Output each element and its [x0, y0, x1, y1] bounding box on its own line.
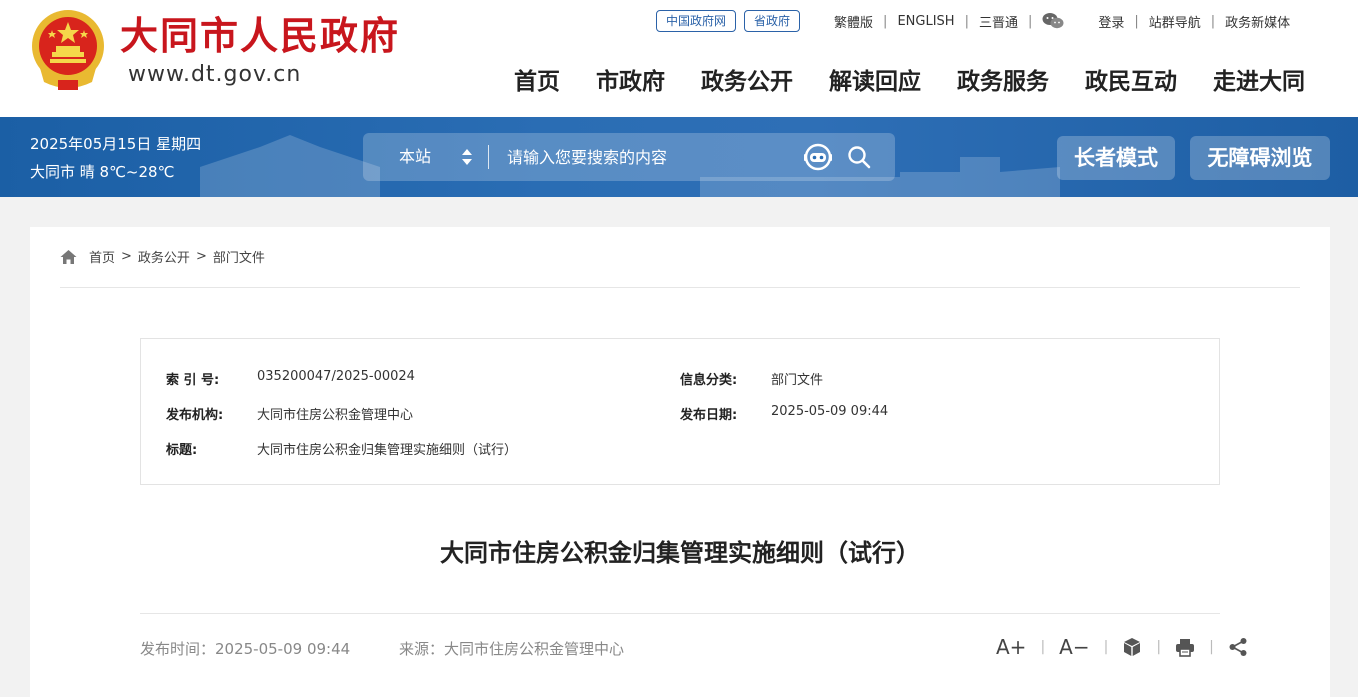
- toolbar-separator: |: [1103, 639, 1109, 655]
- current-date: 2025年05月15日 星期四: [30, 135, 202, 153]
- toolbar-separator: |: [1040, 639, 1046, 655]
- breadcrumb-dept-docs[interactable]: 部门文件: [213, 247, 265, 266]
- site-header: 大同市人民政府 www.dt.gov.cn 中国政府网 省政府 繁體版 | EN…: [0, 0, 1358, 117]
- search-bar: 本站: [363, 133, 895, 181]
- toolbar-separator: |: [1156, 639, 1162, 655]
- breadcrumb: 首页 > 政务公开 > 部门文件: [60, 247, 265, 266]
- nav-item-home[interactable]: 首页: [514, 62, 560, 96]
- search-scope-select[interactable]: 本站: [399, 133, 431, 181]
- elder-mode-button[interactable]: 长者模式: [1057, 136, 1175, 180]
- content-panel: 首页 > 政务公开 > 部门文件 索 引 号: 035200047/2025-0…: [30, 227, 1330, 697]
- breadcrumb-home[interactable]: 首页: [89, 247, 115, 266]
- site-url: www.dt.gov.cn: [128, 62, 302, 87]
- robot-assistant-icon[interactable]: [803, 143, 833, 171]
- publisher-label: 发布机构:: [166, 408, 224, 423]
- document-meta-box: 索 引 号: 035200047/2025-00024 信息分类: 部门文件 发…: [140, 338, 1220, 485]
- category-label: 信息分类:: [680, 373, 738, 388]
- site-name[interactable]: 大同市人民政府: [120, 10, 400, 62]
- nav-item-interaction[interactable]: 政民互动: [1085, 62, 1177, 96]
- breadcrumb-separator: >: [121, 249, 132, 264]
- publish-time: 发布时间：2025-05-09 09:44: [140, 640, 351, 658]
- english-link[interactable]: ENGLISH: [897, 14, 954, 29]
- article-toolbar: A+ | A− | | |: [996, 635, 1248, 659]
- doc-title-value: 大同市住房公积金归集管理实施细则（试行）: [257, 443, 518, 458]
- sort-arrows-icon[interactable]: [461, 147, 473, 167]
- nav-item-city-gov[interactable]: 市政府: [596, 62, 665, 96]
- divider: [60, 287, 1300, 288]
- nav-item-interpretation[interactable]: 解读回应: [829, 62, 921, 96]
- publish-date-value: 2025-05-09 09:44: [771, 404, 889, 419]
- cube-icon[interactable]: [1122, 637, 1142, 657]
- share-icon[interactable]: [1228, 637, 1248, 657]
- category-value: 部门文件: [771, 373, 824, 388]
- search-divider: [488, 145, 489, 169]
- site-nav-link[interactable]: 站群导航: [1149, 12, 1201, 31]
- nav-item-about-datong[interactable]: 走进大同: [1213, 62, 1305, 96]
- traditional-chinese-link[interactable]: 繁體版: [834, 12, 873, 31]
- divider: [140, 613, 1220, 614]
- banner: 2025年05月15日 星期四 大同市 晴 8℃~28℃ 本站 长者模式 无障碍…: [0, 117, 1358, 197]
- accessible-browse-button[interactable]: 无障碍浏览: [1190, 136, 1330, 180]
- font-larger-button[interactable]: A+: [996, 635, 1026, 659]
- national-emblem-icon: [32, 10, 104, 90]
- sanjintong-link[interactable]: 三晋通: [979, 12, 1018, 31]
- article-title: 大同市住房公积金归集管理实施细则（试行）: [440, 539, 920, 567]
- font-smaller-button[interactable]: A−: [1059, 635, 1089, 659]
- nav-item-gov-affairs[interactable]: 政务公开: [701, 62, 793, 96]
- doc-title-label: 标题:: [166, 443, 198, 458]
- weather: 大同市 晴 8℃~28℃: [30, 163, 175, 181]
- breadcrumb-separator: >: [195, 249, 207, 264]
- top-links: 中国政府网 省政府 繁體版 | ENGLISH | 三晋通 | 登录 | 站群导…: [656, 10, 1290, 32]
- new-media-link[interactable]: 政务新媒体: [1225, 12, 1290, 31]
- publisher-value: 大同市住房公积金管理中心: [257, 408, 414, 423]
- article-source: 来源：大同市住房公积金管理中心: [398, 640, 624, 658]
- gov-cn-link[interactable]: 中国政府网: [656, 10, 737, 32]
- index-no-label: 索 引 号:: [166, 373, 220, 388]
- toolbar-separator: |: [1209, 639, 1214, 655]
- print-icon[interactable]: [1175, 637, 1195, 657]
- province-gov-link[interactable]: 省政府: [744, 10, 801, 32]
- breadcrumb-gov-affairs[interactable]: 政务公开: [138, 247, 190, 266]
- login-link[interactable]: 登录: [1098, 12, 1124, 31]
- main-nav: 首页 市政府 政务公开 解读回应 政务服务 政民互动 走进大同: [514, 62, 1305, 96]
- wechat-icon[interactable]: [1042, 12, 1064, 30]
- search-icon[interactable]: [847, 145, 871, 169]
- publish-date-label: 发布日期:: [680, 408, 738, 423]
- index-no-value: 035200047/2025-00024: [257, 369, 415, 384]
- article-info: 发布时间：2025-05-09 09:44 来源：大同市住房公积金管理中心: [140, 638, 624, 659]
- nav-item-gov-services[interactable]: 政务服务: [957, 62, 1049, 96]
- home-icon[interactable]: [60, 249, 77, 265]
- search-input[interactable]: [505, 142, 785, 172]
